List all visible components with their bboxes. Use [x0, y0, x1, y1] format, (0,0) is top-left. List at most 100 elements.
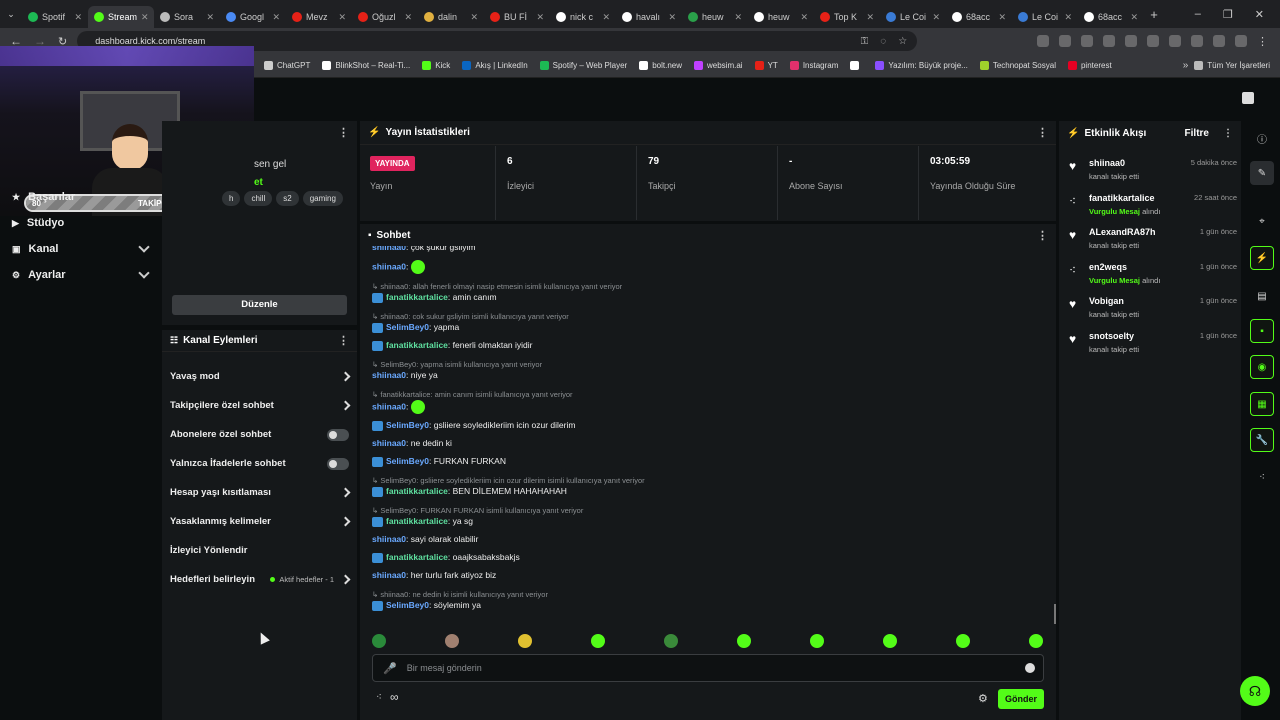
close-tab-icon[interactable]: ✕	[932, 12, 940, 23]
restore-icon[interactable]: ❐	[1223, 8, 1233, 21]
layout-icon[interactable]: ▦	[1250, 392, 1274, 416]
emote-icon[interactable]	[518, 634, 532, 648]
chat-username[interactable]: shiinaa0	[372, 534, 406, 544]
close-tab-icon[interactable]: ✕	[734, 12, 742, 23]
extension-icon[interactable]	[1103, 35, 1115, 47]
bookmark-item[interactable]	[844, 61, 869, 70]
close-tab-icon[interactable]: ✕	[141, 12, 149, 23]
emote-icon[interactable]	[1029, 634, 1043, 648]
bookmark-item[interactable]: Spotify – Web Player	[534, 61, 634, 70]
chat-username[interactable]: shiinaa0	[372, 261, 406, 271]
reply-context[interactable]: ↳ SelimBey0: gsliiere soyledikleriim ici…	[372, 476, 645, 485]
browser-tab[interactable]: heuw ✕	[748, 6, 814, 28]
browser-tab[interactable]: heuw ✕	[682, 6, 748, 28]
channel-action-row[interactable]: Abonelere özel sohbet	[162, 420, 357, 449]
extension-icon[interactable]	[1147, 35, 1159, 47]
support-headset-button[interactable]: ☊	[1240, 676, 1270, 706]
close-tab-icon[interactable]: ✕	[338, 12, 346, 23]
channel-action-row[interactable]: Yavaş mod	[162, 362, 357, 391]
chat-username[interactable]: shiinaa0	[372, 246, 406, 252]
emote-icon[interactable]	[445, 634, 459, 648]
browser-tab[interactable]: havalı ✕	[616, 6, 682, 28]
close-tab-icon[interactable]: ✕	[602, 12, 610, 23]
activity-event[interactable]: ⁖ en2weqs Vurgulu Mesaj alındı 1 gün önc…	[1059, 258, 1237, 292]
reply-context[interactable]: ↳ fanatikkartalice: amin canım isimli ku…	[372, 390, 573, 399]
chat-settings-gear-icon[interactable]: ⚙	[978, 692, 988, 705]
chat-message[interactable]: fanatikkartalice: ya sg	[372, 516, 473, 527]
chat-username[interactable]: fanatikkartalice	[386, 486, 448, 496]
nodes-icon[interactable]: ⁖	[1250, 465, 1274, 489]
browser-tab[interactable]: BU Fİ ✕	[484, 6, 550, 28]
bookmark-item[interactable]: Akış | LinkedIn	[456, 61, 533, 70]
close-tab-icon[interactable]: ✕	[1130, 12, 1138, 23]
close-tab-icon[interactable]: ✕	[536, 12, 544, 23]
close-tab-icon[interactable]: ✕	[272, 12, 280, 23]
more-icon[interactable]: ⋮	[338, 334, 349, 347]
browser-tab[interactable]: 68acc ✕	[1078, 6, 1144, 28]
close-tab-icon[interactable]: ✕	[404, 12, 412, 23]
extensions-puzzle-icon[interactable]	[1191, 35, 1203, 47]
bookmark-item[interactable]: Technopat Sosyal	[974, 61, 1062, 70]
chat-username[interactable]: SelimBey0	[386, 600, 429, 610]
browser-tab[interactable]: Spotif ✕	[22, 6, 88, 28]
browser-tab[interactable]: Le Coi ✕	[880, 6, 946, 28]
close-tab-icon[interactable]: ✕	[866, 12, 874, 23]
chat-username[interactable]: shiinaa0	[372, 401, 406, 411]
microphone-icon[interactable]: 🎤	[383, 662, 397, 675]
channel-action-row[interactable]: Hedefleri belirleyin Aktif hedefler - 1	[162, 565, 357, 594]
close-tab-icon[interactable]: ✕	[800, 12, 808, 23]
stream-tag[interactable]: chill	[244, 191, 273, 206]
emote-icon[interactable]	[883, 634, 897, 648]
sidebar-item[interactable]: ⚙ Ayarlar	[4, 262, 156, 288]
more-icon[interactable]: ⋮	[1223, 128, 1233, 139]
browser-tab[interactable]: Mevz ✕	[286, 6, 352, 28]
extension-icon[interactable]	[1169, 35, 1181, 47]
close-tab-icon[interactable]: ✕	[998, 12, 1006, 23]
browser-tab[interactable]: Oğuzl ✕	[352, 6, 418, 28]
bolt-panel-icon[interactable]: ⚡	[1250, 246, 1274, 270]
emote-icon[interactable]	[591, 634, 605, 648]
activity-event[interactable]: ♥ Vobigan kanalı takip etti 1 gün önce	[1059, 292, 1237, 326]
key-icon[interactable]: ⚿	[861, 36, 869, 47]
stream-tag[interactable]: h	[222, 191, 241, 206]
stream-tag[interactable]: s2	[276, 191, 299, 206]
activity-event[interactable]: ♥ snotsoelty kanalı takip etti 1 gün önc…	[1059, 327, 1237, 361]
bookmark-item[interactable]: Kick	[416, 61, 456, 70]
bookmark-page-icon[interactable]	[1242, 92, 1254, 104]
chat-message[interactable]: fanatikkartalice: amin canım	[372, 292, 497, 303]
chat-username[interactable]: SelimBey0	[386, 322, 429, 332]
extension-icon[interactable]	[1059, 35, 1071, 47]
filter-button[interactable]: Filtre	[1185, 128, 1209, 139]
toggle-switch[interactable]	[327, 457, 349, 470]
channel-action-row[interactable]: Takipçilere özel sohbet	[162, 391, 357, 420]
more-icon[interactable]: ⋮	[1037, 229, 1048, 242]
bookmark-item[interactable]: YT	[749, 61, 784, 70]
browser-tab[interactable]: Le Coi ✕	[1012, 6, 1078, 28]
chat-username[interactable]: fanatikkartalice	[386, 516, 448, 526]
extension-icon[interactable]	[1125, 35, 1137, 47]
emote-icon[interactable]	[956, 634, 970, 648]
chat-username[interactable]: fanatikkartalice	[386, 292, 448, 302]
reply-context[interactable]: ↳ shiinaa0: allah fenerli olmayi nasip e…	[372, 282, 622, 291]
chat-username[interactable]: shiinaa0	[372, 570, 406, 580]
channel-action-row[interactable]: Yalnızca İfadelerle sohbet	[162, 449, 357, 478]
chat-username[interactable]: SelimBey0	[386, 456, 429, 466]
browser-tab[interactable]: 68acc ✕	[946, 6, 1012, 28]
browser-tab[interactable]: dalin ✕	[418, 6, 484, 28]
chat-username[interactable]: fanatikkartalice	[386, 340, 448, 350]
bookmark-item[interactable]: websim.ai	[688, 61, 749, 70]
info-icon[interactable]: ⓘ	[1250, 126, 1274, 150]
bookmark-item[interactable]: bolt.new	[633, 61, 688, 70]
emoji-icon[interactable]	[1025, 663, 1035, 673]
chat-username[interactable]: fanatikkartalice	[386, 552, 448, 562]
chat-message[interactable]: shiinaa0: niye ya	[372, 370, 438, 380]
chat-message[interactable]: shiinaa0: sayi olarak olabilir	[372, 534, 478, 544]
chat-message[interactable]: SelimBey0: FURKAN FURKAN	[372, 456, 506, 467]
chat-message[interactable]: SelimBey0: yapma	[372, 322, 459, 333]
more-icon[interactable]: ⋮	[1037, 126, 1048, 139]
chat-message[interactable]: SelimBey0: söylemim ya	[372, 600, 481, 611]
bookmark-item[interactable]: pinterest	[1062, 61, 1118, 70]
chat-message[interactable]: shiinaa0: çok şükür gsliyim	[372, 246, 475, 252]
sidebar-item[interactable]: ★ Başarılar	[4, 184, 156, 210]
bookmark-item[interactable]: Yazılım: Büyük proje...	[869, 61, 973, 70]
